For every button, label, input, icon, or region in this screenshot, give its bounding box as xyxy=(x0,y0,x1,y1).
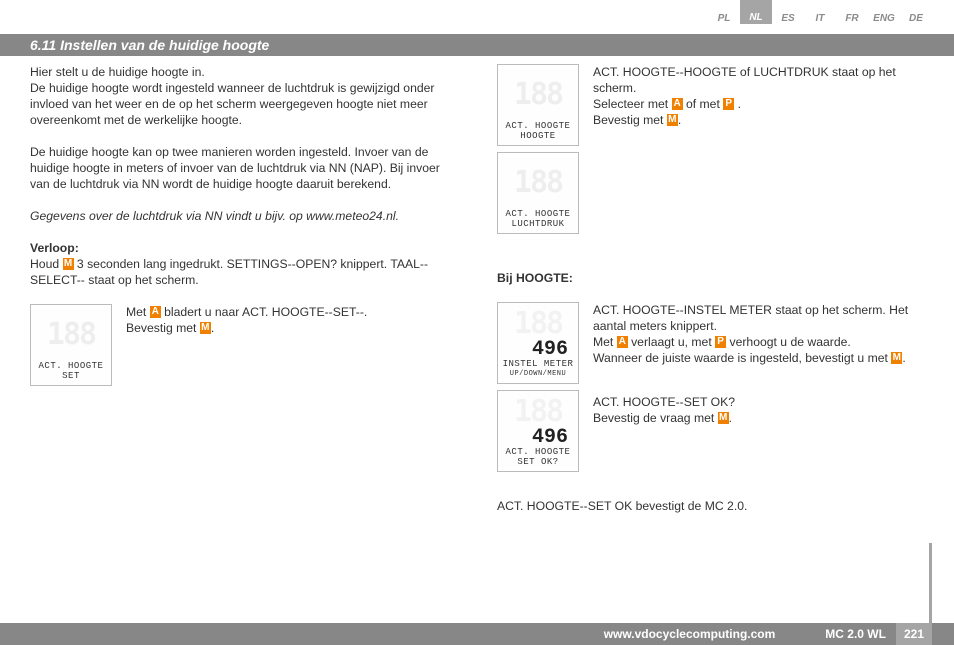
lcd-stack: 188 496 INSTEL METER UP/DOWN/MENU 188 49… xyxy=(497,302,593,478)
lcd-line: ACT. HOOGTE xyxy=(506,209,571,219)
step-text: Met A bladert u naar ACT. HOOGTE--SET--.… xyxy=(126,304,367,336)
key-a-icon: A xyxy=(672,98,683,110)
text: ACT. HOOGTE--INSTEL METER staat op het s… xyxy=(593,303,908,333)
lcd-stack: 188 ACT. HOOGTE HOOGTE 188 ACT. HOOGTE L… xyxy=(497,64,593,240)
key-p-icon: P xyxy=(715,336,726,348)
text: Bevestig de vraag met xyxy=(593,411,718,425)
step-row: 188 496 INSTEL METER UP/DOWN/MENU 188 49… xyxy=(497,302,924,478)
text: . xyxy=(734,97,741,111)
footer-model: MC 2.0 WL xyxy=(815,627,896,641)
text: . xyxy=(678,113,681,127)
key-p-icon: P xyxy=(723,98,734,110)
text: bladert u naar ACT. HOOGTE--SET--. xyxy=(161,305,368,319)
key-m-icon: M xyxy=(667,114,678,126)
text: Selecteer met xyxy=(593,97,672,111)
verloop-heading: Verloop: xyxy=(30,240,457,256)
lcd-line: INSTEL METER xyxy=(503,359,574,369)
left-column: Hier stelt u de huidige hoogte in. De hu… xyxy=(30,64,477,605)
text: Wanneer de juiste waarde is ingesteld, b… xyxy=(593,351,891,365)
lcd-line: ACT. HOOGTE xyxy=(39,361,104,371)
footer: www.vdocyclecomputing.com MC 2.0 WL 221 xyxy=(0,623,954,645)
lcd-screenshot: 188 ACT. HOOGTE HOOGTE xyxy=(497,64,579,146)
step-text: ACT. HOOGTE--HOOGTE of LUCHTDRUK staat o… xyxy=(593,64,924,128)
text: of met xyxy=(683,97,724,111)
key-a-icon: A xyxy=(617,336,628,348)
lcd-screenshot: 188 496 ACT. HOOGTE SET OK? xyxy=(497,390,579,472)
lang-tab-pl[interactable]: PL xyxy=(708,13,740,24)
lcd-number: 496 xyxy=(502,429,574,447)
lcd-line: HOOGTE xyxy=(520,131,555,141)
margin-tab xyxy=(929,543,932,623)
text: Met xyxy=(593,335,617,349)
text: 3 seconden lang ingedrukt. SETTINGS--OPE… xyxy=(30,257,428,287)
lcd-screenshot: 188 ACT. HOOGTE SET xyxy=(30,304,112,386)
text: ACT. HOOGTE--SET OK? xyxy=(593,395,735,409)
text: verlaagt u, met xyxy=(628,335,715,349)
page-number: 221 xyxy=(896,623,932,645)
lang-tab-eng[interactable]: ENG xyxy=(868,13,900,24)
lang-tab-de[interactable]: DE xyxy=(900,13,932,24)
paragraph: De huidige hoogte kan op twee manieren w… xyxy=(30,144,457,192)
lcd-number: 496 xyxy=(502,341,574,359)
lang-tab-it[interactable]: IT xyxy=(804,13,836,24)
note: Gegevens over de luchtdruk via NN vindt … xyxy=(30,208,457,224)
text: . xyxy=(211,321,214,335)
step-text: ACT. HOOGTE--INSTEL METER staat op het s… xyxy=(593,302,924,426)
lcd-line: SET xyxy=(62,371,80,381)
text: . xyxy=(729,411,732,425)
text: Houd xyxy=(30,257,63,271)
paragraph: ACT. HOOGTE--SET OK bevestigt de MC 2.0. xyxy=(497,498,924,514)
text: Bevestig met xyxy=(126,321,200,335)
key-m-icon: M xyxy=(63,258,74,270)
language-bar: PLNLESITFRENGDE xyxy=(708,0,932,24)
lang-tab-es[interactable]: ES xyxy=(772,13,804,24)
text: ACT. HOOGTE--HOOGTE of LUCHTDRUK staat o… xyxy=(593,65,896,95)
lcd-screenshot: 188 ACT. HOOGTE LUCHTDRUK xyxy=(497,152,579,234)
lcd-screenshot: 188 496 INSTEL METER UP/DOWN/MENU xyxy=(497,302,579,384)
section-title: 6.11 Instellen van de huidige hoogte xyxy=(0,34,954,56)
step-row: 188 ACT. HOOGTE SET Met A bladert u naar… xyxy=(30,304,457,386)
instruction: Houd M 3 seconden lang ingedrukt. SETTIN… xyxy=(30,256,457,288)
key-m-icon: M xyxy=(891,352,902,364)
text: Bevestig met xyxy=(593,113,667,127)
step-row: 188 ACT. HOOGTE HOOGTE 188 ACT. HOOGTE L… xyxy=(497,64,924,240)
text: verhoogt u de waarde. xyxy=(726,335,851,349)
lang-tab-nl[interactable]: NL xyxy=(740,0,772,24)
lang-tab-fr[interactable]: FR xyxy=(836,13,868,24)
text: Met xyxy=(126,305,150,319)
key-m-icon: M xyxy=(200,322,211,334)
text: . xyxy=(902,351,905,365)
right-column: 188 ACT. HOOGTE HOOGTE 188 ACT. HOOGTE L… xyxy=(477,64,924,605)
subheading: Bij HOOGTE: xyxy=(497,270,924,286)
lcd-line: LUCHTDRUK xyxy=(511,219,564,229)
footer-url: www.vdocyclecomputing.com xyxy=(0,627,815,641)
key-m-icon: M xyxy=(718,412,729,424)
content: Hier stelt u de huidige hoogte in. De hu… xyxy=(30,64,924,605)
paragraph: Hier stelt u de huidige hoogte in. De hu… xyxy=(30,64,457,128)
lcd-line: UP/DOWN/MENU xyxy=(510,369,566,379)
lcd-line: ACT. HOOGTE xyxy=(506,121,571,131)
key-a-icon: A xyxy=(150,306,161,318)
lcd-line: SET OK? xyxy=(517,457,558,467)
lcd-line: ACT. HOOGTE xyxy=(506,447,571,457)
